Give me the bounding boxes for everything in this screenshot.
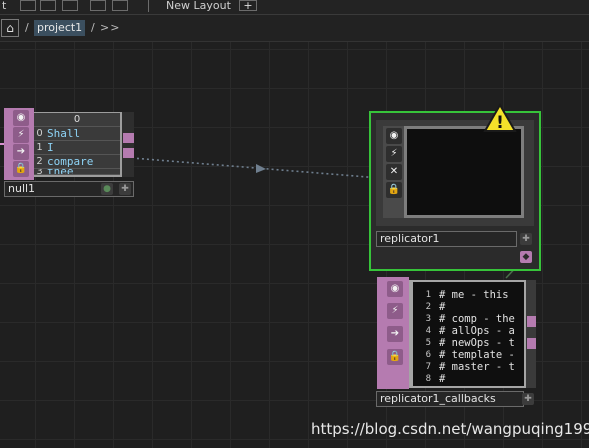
bypass-icon[interactable]: ⚡ [386,146,402,162]
code-text: # comp - the [439,313,515,325]
code-text: # master - t [439,361,515,373]
cell-value: thee [47,169,74,174]
line-number: 8 [425,374,431,384]
code-line: 6 # template - [413,349,524,361]
cook-indicator-icon[interactable]: ● [101,183,113,195]
code-line: 3 # comp - the [413,313,524,325]
output-connector[interactable] [527,316,536,327]
table-row: 0 Shall [34,127,120,141]
bypass-icon[interactable]: ⚡ [387,303,403,319]
lock-icon[interactable]: 🔒 [13,161,29,177]
close-icon[interactable]: ✕ [386,164,402,180]
viewer-active-icon[interactable]: ◉ [387,281,403,297]
cell-value: Shall [47,127,81,140]
line-number: 4 [425,326,431,336]
code-text: # me - this [439,289,509,301]
display-flag-icon[interactable]: ➔ [13,144,29,160]
viewer-active-icon[interactable]: ◉ [386,128,402,144]
null1-scrollbar[interactable] [122,112,134,177]
lock-icon[interactable]: 🔒 [386,182,402,198]
callbacks-scrollbar[interactable] [526,280,536,388]
expand-icon[interactable]: ✚ [520,233,532,245]
line-number: 5 [425,338,431,348]
watermark-text: https://blog.csdn.net/wangpuqing1997 [311,420,589,438]
warning-icon[interactable]: ! [483,103,517,133]
cell-value: I [47,141,54,154]
row-index: 2 [36,156,43,167]
output-connector[interactable] [123,148,134,158]
row-index: 0 [36,128,43,139]
callbacks-connector-icon[interactable]: ◆ [520,251,532,263]
output-connector[interactable] [527,338,536,349]
line-number: 7 [425,362,431,372]
column-header: 0 [73,114,81,125]
code-text: # allOps - a [439,325,515,337]
line-number: 3 [425,314,431,324]
code-line: 2 # [413,301,524,313]
line-number: 2 [425,302,431,312]
code-line: 4 # allOps - a [413,325,524,337]
row-index: 1 [36,142,43,153]
null1-name-bar[interactable]: null1 [4,181,134,197]
cell-value: compare [47,155,94,168]
table-header-row: 0 [34,113,120,127]
operator-name: replicator1 [380,232,440,245]
expand-icon[interactable]: ✚ [522,393,534,405]
viewer-active-icon[interactable]: ◉ [13,110,29,126]
code-line: 1 # me - this [413,289,524,301]
expand-icon[interactable]: ✚ [119,183,131,195]
code-text: # template - [439,349,515,361]
code-text: # newOps - t [439,337,515,349]
warning-glyph: ! [496,113,504,133]
replicator1-screen [404,126,524,218]
operator-name: null1 [8,182,36,195]
row-index: 3 [36,169,43,175]
table-row: 3 thee [34,169,120,175]
callbacks-name-bar[interactable]: replicator1_callbacks [376,391,524,407]
lock-icon[interactable]: 🔒 [387,349,403,365]
table-row: 1 I [34,141,120,155]
code-text: # [439,373,446,385]
code-text: # [439,301,446,313]
code-line: 7 # master - t [413,361,524,373]
table-row: 2 compare [34,155,120,169]
replicator1-name-bar[interactable]: replicator1 [376,231,517,247]
line-number: 1 [425,290,431,300]
line-number: 6 [425,350,431,360]
display-flag-icon[interactable]: ➔ [387,326,403,342]
operator-name: replicator1_callbacks [380,392,496,405]
output-connector[interactable] [123,133,134,143]
bypass-icon[interactable]: ⚡ [13,127,29,143]
wire-arrow-icon [256,164,266,173]
callbacks-text-area[interactable]: 1 # me - this 2 # 3 # comp - the 4 # allOps … [413,282,524,386]
code-line: 5 # newOps - t [413,337,524,349]
code-line: 8 # [413,373,524,385]
